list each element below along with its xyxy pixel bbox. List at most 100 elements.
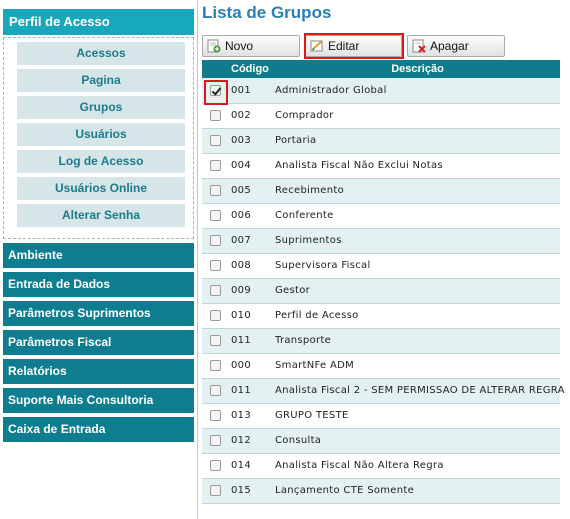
- row-select-cell: [202, 278, 231, 304]
- table-row[interactable]: 001 Administrador Global: [202, 78, 560, 104]
- table-row[interactable]: 009 Gestor: [202, 278, 560, 304]
- row-description: Suprimentos: [275, 228, 560, 254]
- row-description: Recebimento: [275, 178, 560, 204]
- menu-item-entrada-de-dados[interactable]: Entrada de Dados: [3, 272, 194, 297]
- row-description: GRUPO TESTE: [275, 403, 560, 429]
- row-select-cell: [202, 103, 231, 129]
- perfil-de-acesso-header[interactable]: Perfil de Acesso: [3, 9, 194, 35]
- row-checkbox[interactable]: [210, 360, 221, 371]
- row-checkbox[interactable]: [210, 410, 221, 421]
- groups-table: Código Descrição 001 Administrador Global…: [202, 60, 564, 504]
- header-descricao[interactable]: Descrição: [275, 60, 560, 78]
- table-row[interactable]: 003 Portaria: [202, 128, 560, 154]
- row-select-cell: [202, 203, 231, 229]
- submenu-item-usu-rios-online[interactable]: Usuários Online: [17, 177, 185, 200]
- menu-item-caixa-de-entrada[interactable]: Caixa de Entrada: [3, 417, 194, 442]
- table-row[interactable]: 004 Analista Fiscal Não Exclui Notas: [202, 153, 560, 179]
- submenu-item-pagina[interactable]: Pagina: [17, 69, 185, 92]
- submenu-item-log-de-acesso[interactable]: Log de Acesso: [17, 150, 185, 173]
- menu-item-ambiente[interactable]: Ambiente: [3, 243, 194, 268]
- table-row[interactable]: 000 SmartNFe ADM: [202, 353, 560, 379]
- menu-item-relat-rios[interactable]: Relatórios: [3, 359, 194, 384]
- vertical-divider: [197, 0, 198, 519]
- submenu-item-grupos[interactable]: Grupos: [17, 96, 185, 119]
- menu-item-par-metros-fiscal[interactable]: Parâmetros Fiscal: [3, 330, 194, 355]
- row-checkbox[interactable]: [210, 160, 221, 171]
- row-select-cell: [202, 428, 231, 454]
- page-title: Lista de Grupos: [202, 3, 332, 22]
- table-row[interactable]: 002 Comprador: [202, 103, 560, 129]
- table-row[interactable]: 007 Suprimentos: [202, 228, 560, 254]
- apagar-button[interactable]: Apagar: [407, 35, 505, 57]
- menu-item-par-metros-suprimentos[interactable]: Parâmetros Suprimentos: [3, 301, 194, 326]
- editar-highlight-box: [304, 33, 404, 59]
- menu-item-suporte-mais-consultoria[interactable]: Suporte Mais Consultoria: [3, 388, 194, 413]
- row-select-cell: [202, 228, 231, 254]
- table-row[interactable]: 008 Supervisora Fiscal: [202, 253, 560, 279]
- table-row[interactable]: 014 Analista Fiscal Não Altera Regra: [202, 453, 560, 479]
- submenu-item-alterar-senha[interactable]: Alterar Senha: [17, 204, 185, 227]
- row-checkbox[interactable]: [210, 260, 221, 271]
- novo-label: Novo: [225, 39, 254, 53]
- row-description: Lançamento CTE Somente: [275, 478, 560, 504]
- header-select: [202, 60, 231, 78]
- row-code: 014: [231, 453, 275, 479]
- row-code: 004: [231, 153, 275, 179]
- perfil-submenu: Acessos Pagina Grupos Usuários Log de Acesso…: [3, 37, 194, 239]
- table-row[interactable]: 013 GRUPO TESTE: [202, 403, 560, 429]
- row-description: Perfil de Acesso: [275, 303, 560, 329]
- table-row[interactable]: 005 Recebimento: [202, 178, 560, 204]
- row-code: 001: [231, 78, 275, 104]
- row-description: SmartNFe ADM: [275, 353, 560, 379]
- table-row[interactable]: 006 Conferente: [202, 203, 560, 229]
- row-description: Analista Fiscal 2 - SEM PERMISSAO DE ALT…: [275, 378, 564, 404]
- novo-button[interactable]: Novo: [202, 35, 300, 57]
- row-code: 009: [231, 278, 275, 304]
- row-checkbox[interactable]: [210, 435, 221, 446]
- row-code: 000: [231, 353, 275, 379]
- row-code: 011: [231, 378, 275, 404]
- table-row[interactable]: 011 Transporte: [202, 328, 560, 354]
- row-checkbox[interactable]: [210, 210, 221, 221]
- row-code: 013: [231, 403, 275, 429]
- row-description: Administrador Global: [275, 78, 560, 104]
- row-code: 012: [231, 428, 275, 454]
- row-description: Comprador: [275, 103, 560, 129]
- table-row[interactable]: 015 Lançamento CTE Somente: [202, 478, 560, 504]
- row-checkbox[interactable]: [210, 485, 221, 496]
- table-header-row: Código Descrição: [202, 60, 560, 78]
- row-select-cell: [202, 303, 231, 329]
- row-checkbox[interactable]: [210, 235, 221, 246]
- apagar-label: Apagar: [430, 39, 469, 53]
- row-checkbox[interactable]: [210, 110, 221, 121]
- row-checkbox[interactable]: [210, 135, 221, 146]
- row-description: Analista Fiscal Não Exclui Notas: [275, 153, 560, 179]
- row-select-cell: [202, 153, 231, 179]
- row-checkbox[interactable]: [210, 285, 221, 296]
- row-checkbox[interactable]: [210, 460, 221, 471]
- main-menu: Ambiente Entrada de Dados Parâmetros Supri…: [3, 243, 194, 442]
- row-checkbox[interactable]: [210, 385, 221, 396]
- sidebar: Perfil de Acesso Acessos Pagina Grupos Usuá…: [3, 9, 194, 442]
- row-select-cell: [202, 128, 231, 154]
- row-select-cell: [202, 478, 231, 504]
- submenu-item-acessos[interactable]: Acessos: [17, 42, 185, 65]
- header-codigo[interactable]: Código: [231, 60, 275, 78]
- row-select-cell: [202, 178, 231, 204]
- row-checkbox[interactable]: [210, 310, 221, 321]
- row-description: Gestor: [275, 278, 560, 304]
- row-checkbox[interactable]: [210, 335, 221, 346]
- row-code: 010: [231, 303, 275, 329]
- row-select-cell: [202, 403, 231, 429]
- row-code: 011: [231, 328, 275, 354]
- row-checkbox[interactable]: [210, 185, 221, 196]
- row-code: 006: [231, 203, 275, 229]
- row-code: 005: [231, 178, 275, 204]
- table-row[interactable]: 010 Perfil de Acesso: [202, 303, 560, 329]
- submenu-item-usu-rios[interactable]: Usuários: [17, 123, 185, 146]
- row-select-cell: [202, 253, 231, 279]
- table-row[interactable]: 012 Consulta: [202, 428, 560, 454]
- table-row[interactable]: 011 Analista Fiscal 2 - SEM PERMISSAO DE …: [202, 378, 564, 404]
- row-code: 015: [231, 478, 275, 504]
- row-code: 008: [231, 253, 275, 279]
